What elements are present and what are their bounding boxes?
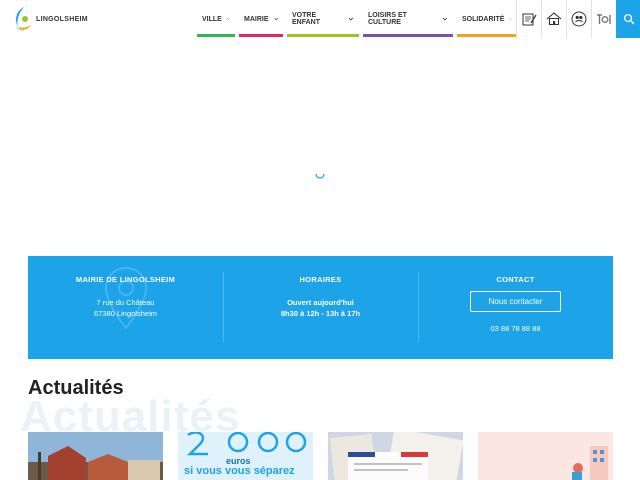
nav-underline — [197, 34, 235, 37]
house-icon — [546, 12, 562, 25]
chevron-down-icon — [348, 17, 354, 21]
news-card-4-image — [478, 432, 613, 480]
news-card-1[interactable] — [28, 432, 163, 480]
nav-item-label: VOTRE ENFANT — [292, 12, 320, 26]
news-card-4[interactable] — [478, 432, 613, 480]
site-header: LINGOLSHEIM VILLE MAIRIE VOTRE ENFANT LO… — [0, 0, 640, 38]
hero-slider — [0, 38, 640, 256]
news-title: Actualités — [28, 377, 124, 399]
main-nav: VILLE MAIRIE VOTRE ENFANT LOISIRS ET CUL… — [197, 0, 521, 38]
tool-home[interactable] — [541, 0, 566, 38]
nav-item-label: MAIRIE — [244, 15, 269, 23]
logo-icon — [16, 7, 31, 31]
nav-item-label: VILLE — [202, 15, 222, 23]
chevron-down-icon — [443, 17, 448, 21]
nav-underline — [239, 34, 283, 37]
tool-toi[interactable] — [591, 0, 616, 38]
nav-underline — [287, 34, 359, 37]
horaires-title: HORAIRES — [299, 275, 342, 284]
search-icon — [623, 13, 634, 25]
brand-name: LINGOLSHEIM — [36, 15, 88, 23]
nav-item-label: LOISIRS ET CULTURE — [368, 12, 407, 26]
tool-accessibility[interactable] — [566, 0, 591, 38]
nav-item-votre-enfant[interactable]: VOTRE ENFANT — [287, 0, 359, 38]
news-card-2-caption: si vous vous séparez — [184, 465, 295, 477]
nav-underline — [457, 34, 517, 37]
contact-button[interactable]: Nous contacter — [470, 291, 561, 312]
site-logo[interactable]: LINGOLSHEIM — [12, 6, 102, 32]
map-pin-icon — [104, 266, 148, 330]
news-card-3[interactable] — [328, 432, 463, 480]
nav-item-loisirs-et-culture[interactable]: LOISIRS ET CULTURE — [363, 0, 453, 38]
nav-item-mairie[interactable]: MAIRIE — [239, 0, 283, 38]
contact-phone[interactable]: 03 88 78 88 88 — [418, 323, 613, 334]
toi-icon — [597, 14, 611, 24]
contact-title: CONTACT — [496, 275, 535, 284]
horaires-block: HORAIRES Ouvert aujourd'hui 8h30 à 12h -… — [223, 256, 418, 359]
accessibility-icon — [571, 11, 587, 27]
news-card-2[interactable]: euros si vous vous séparez — [178, 432, 313, 480]
mairie-block: MAIRIE DE LINGOLSHEIM 7 rue du Château 6… — [28, 256, 223, 359]
nav-item-ville[interactable]: VILLE — [197, 0, 235, 38]
search-button[interactable] — [616, 0, 640, 38]
header-tools — [516, 0, 640, 38]
tool-demarches[interactable] — [516, 0, 541, 38]
contact-block: CONTACT Nous contacter 03 88 78 88 88 — [418, 256, 613, 359]
news-card-3-image — [328, 432, 463, 480]
nav-item-solidarite[interactable]: SOLIDARITÉ — [457, 0, 517, 38]
chevron-down-icon — [509, 18, 512, 20]
info-band: MAIRIE DE LINGOLSHEIM 7 rue du Château 6… — [28, 256, 613, 359]
nav-item-label: SOLIDARITÉ — [462, 15, 505, 23]
nav-underline — [363, 34, 453, 37]
news-card-1-image — [28, 432, 163, 480]
chevron-down-icon — [274, 18, 278, 21]
horaires-hours: 8h30 à 12h - 13h à 17h — [280, 309, 361, 318]
form-icon — [522, 13, 537, 26]
horaires-status: Ouvert aujourd'hui — [287, 298, 354, 307]
loading-spinner-icon — [315, 173, 325, 179]
chevron-down-icon — [227, 18, 230, 20]
